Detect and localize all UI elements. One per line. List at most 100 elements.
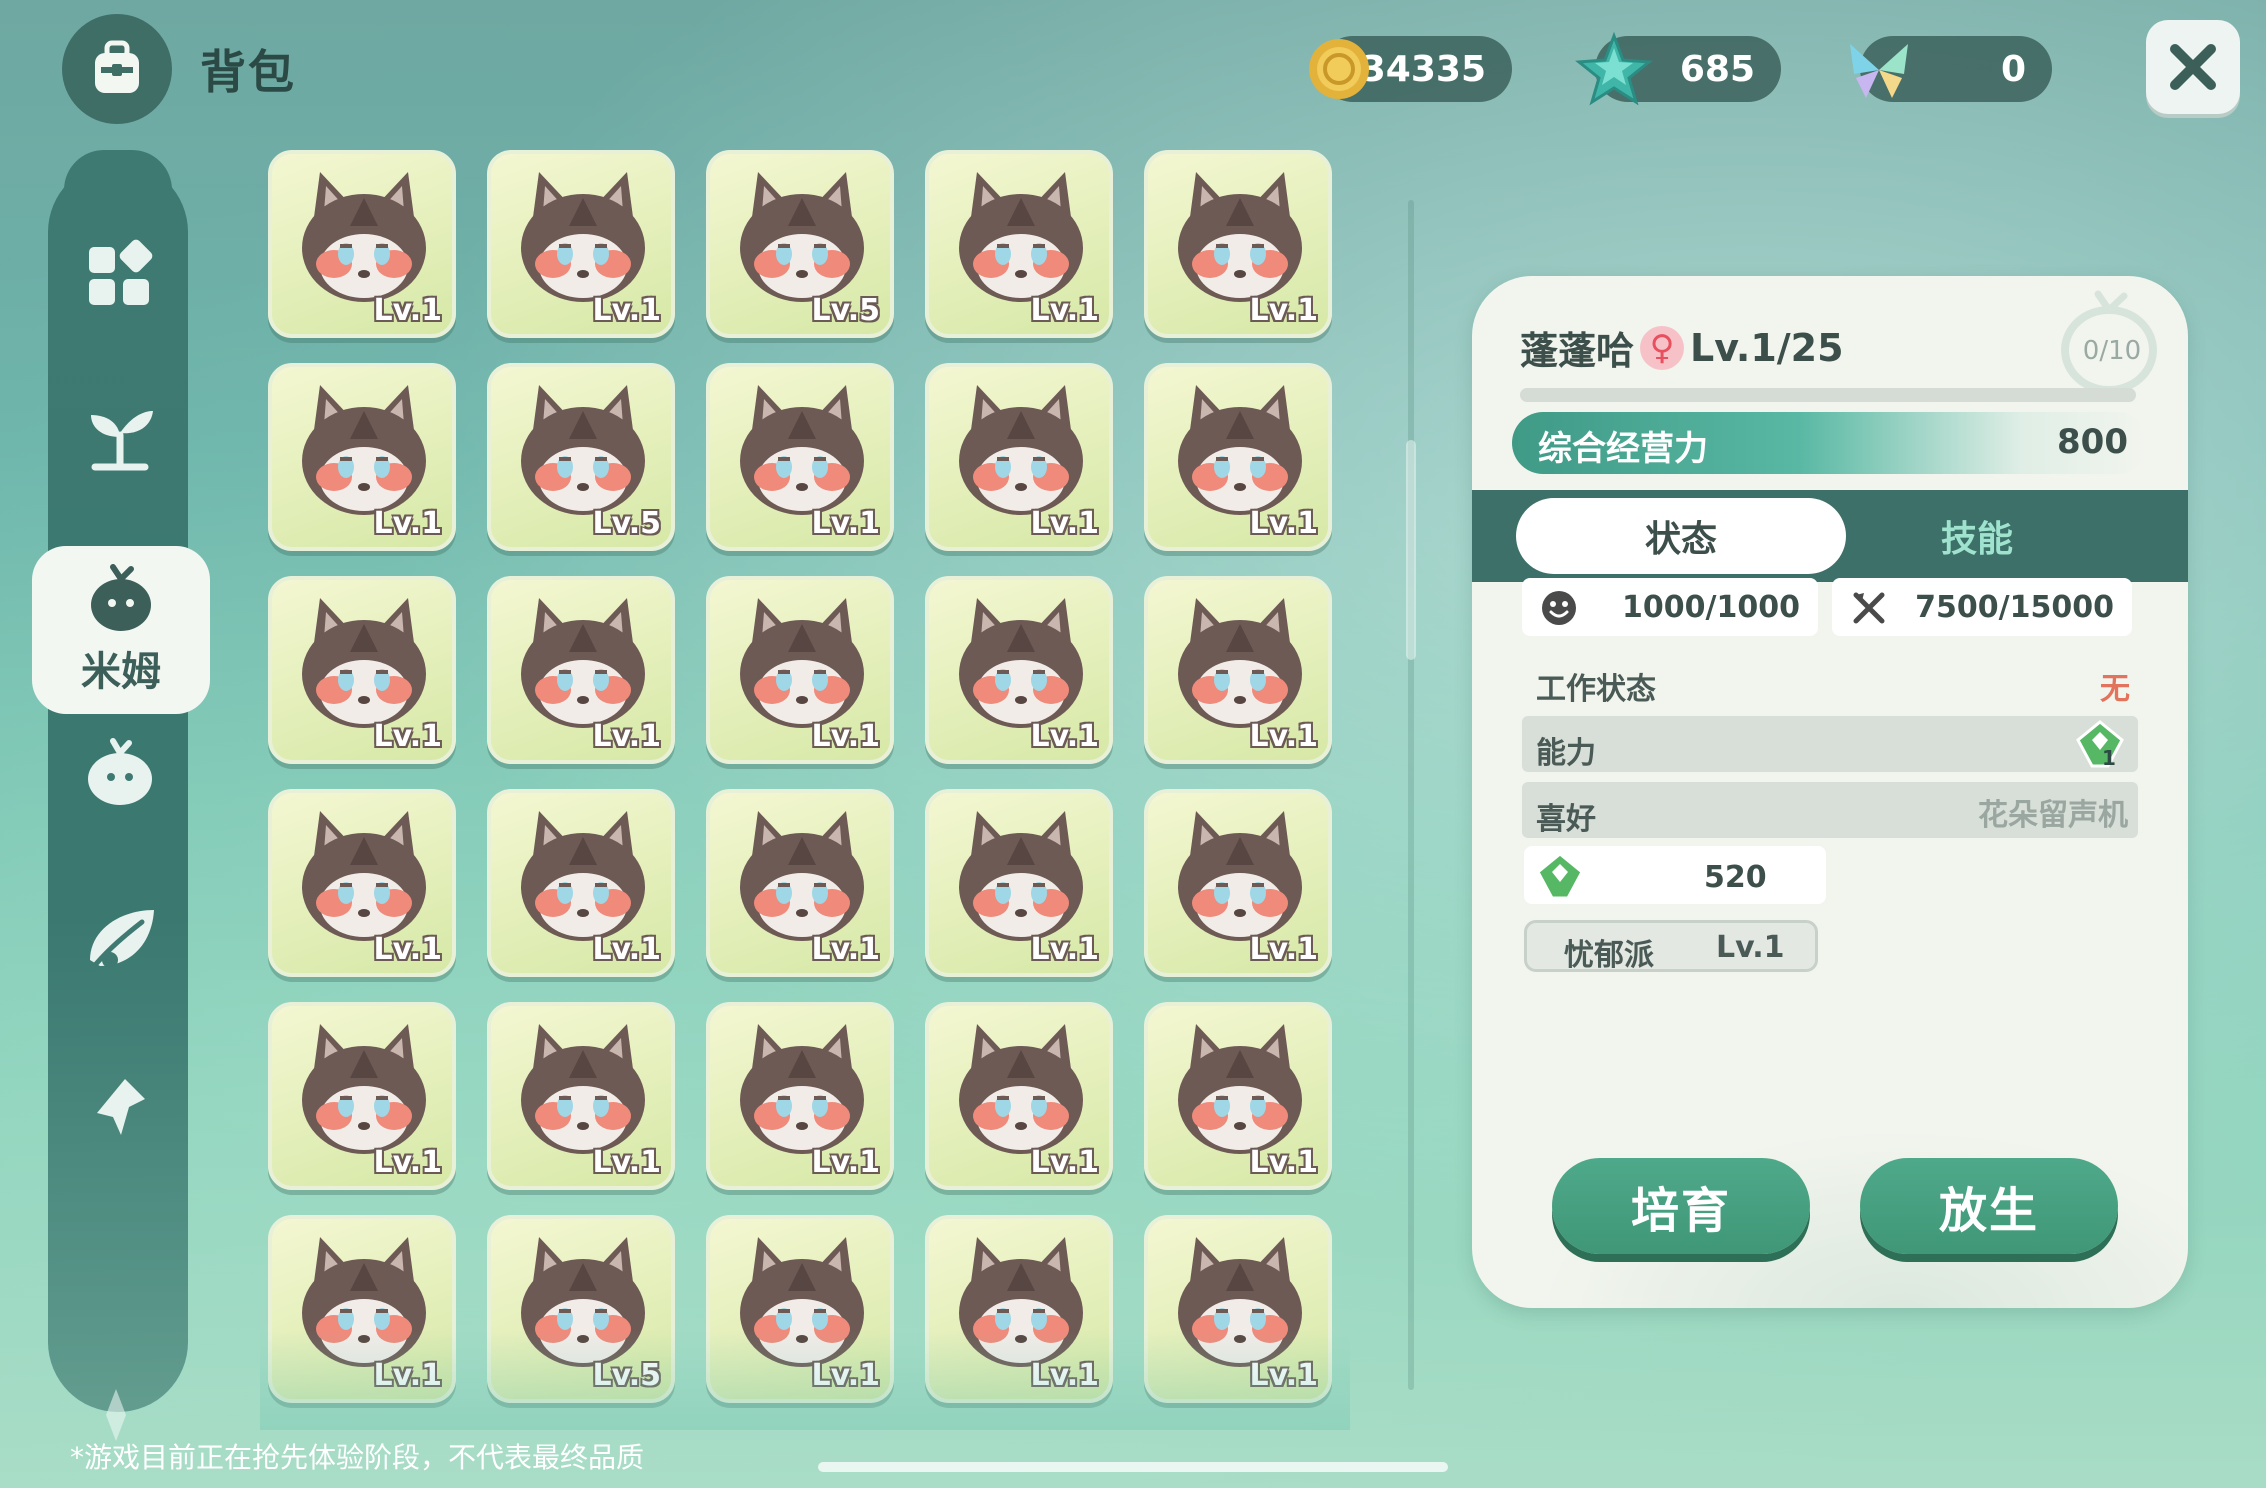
female-icon: ♀ <box>1640 325 1685 370</box>
creature-level: Lv.1 <box>592 932 662 967</box>
creature-level: Lv.1 <box>1249 719 1319 754</box>
creature-card[interactable]: Lv.1 <box>268 1002 456 1190</box>
creature-card[interactable]: Lv.1 <box>1144 789 1332 977</box>
creature-level: Lv.1 <box>1249 1145 1319 1180</box>
tab-skills[interactable]: 技能 <box>1812 498 2142 574</box>
gem-counter: 0 <box>1850 36 2052 102</box>
creature-card[interactable]: Lv.1 <box>268 1215 456 1403</box>
cat-creature-icon <box>521 172 645 302</box>
creature-card[interactable]: Lv.1 <box>487 1002 675 1190</box>
sidebar-item-creatures[interactable] <box>80 732 160 812</box>
creature-card[interactable]: Lv.1 <box>706 1215 894 1403</box>
trait-level: Lv.1 <box>1716 930 1785 965</box>
cat-creature-icon <box>959 172 1083 302</box>
gem-value: 0 <box>2000 48 2026 90</box>
creature-card[interactable]: Lv.1 <box>268 150 456 338</box>
cat-creature-icon <box>959 811 1083 941</box>
cat-creature-icon <box>959 598 1083 728</box>
clover-icon[interactable] <box>2072 718 2128 770</box>
ability-value: 520 <box>1704 860 1767 895</box>
sidebar-item-all[interactable] <box>80 234 160 314</box>
tab-status[interactable]: 状态 <box>1516 498 1846 574</box>
release-button[interactable]: 放生 <box>1860 1158 2118 1254</box>
cat-creature-icon <box>959 1024 1083 1154</box>
gem-butterfly-icon <box>1850 44 1908 98</box>
creature-level: Lv.1 <box>373 1145 443 1180</box>
power-label: 综合经营力 <box>1538 429 1708 469</box>
creature-card[interactable]: Lv.1 <box>706 789 894 977</box>
trait-name: 忧郁派 <box>1564 938 1654 973</box>
pet-level: Lv.1/25 <box>1690 325 1844 370</box>
creature-card[interactable]: Lv.1 <box>925 576 1113 764</box>
sidebar-item-materials[interactable] <box>80 900 160 980</box>
cat-creature-icon <box>740 385 864 515</box>
creature-level: Lv.1 <box>1249 506 1319 541</box>
creature-card[interactable]: Lv.1 <box>706 1002 894 1190</box>
ability-label: 能力 <box>1536 736 1596 771</box>
creature-card[interactable]: Lv.1 <box>268 363 456 551</box>
creature-card[interactable]: Lv.1 <box>487 576 675 764</box>
train-button[interactable]: 培育 <box>1552 1158 1810 1254</box>
creature-card[interactable]: Lv.1 <box>1144 363 1332 551</box>
creature-card[interactable]: Lv.1 <box>268 576 456 764</box>
creature-level: Lv.1 <box>373 719 443 754</box>
creature-level: Lv.1 <box>373 293 443 328</box>
creature-level: Lv.1 <box>1249 1358 1319 1393</box>
creature-card[interactable]: Lv.1 <box>1144 576 1332 764</box>
cat-creature-icon <box>521 385 645 515</box>
coin-icon <box>1309 39 1369 99</box>
creature-card[interactable]: Lv.1 <box>1144 1002 1332 1190</box>
creature-card[interactable]: Lv.5 <box>706 150 894 338</box>
creature-card[interactable]: Lv.1 <box>706 576 894 764</box>
creature-card[interactable]: Lv.1 <box>925 150 1113 338</box>
creature-card[interactable]: Lv.1 <box>268 789 456 977</box>
cat-creature-icon <box>740 598 864 728</box>
sidebar-item-mimu[interactable]: 米姆 <box>32 546 210 714</box>
cat-creature-icon <box>1178 1237 1302 1367</box>
mood-value: 1000/1000 <box>1622 589 1800 625</box>
creature-card[interactable]: Lv.1 <box>487 150 675 338</box>
creature-level: Lv.1 <box>1249 932 1319 967</box>
creature-level: Lv.5 <box>592 1358 662 1393</box>
creature-level: Lv.5 <box>811 293 881 328</box>
food-stat: 7500/15000 <box>1832 578 2132 636</box>
preference-label: 喜好 <box>1536 802 1596 837</box>
grid-scroll-thumb[interactable] <box>1406 440 1416 660</box>
cat-creature-icon <box>1178 385 1302 515</box>
pet-title: 蓬蓬哈 ♀ Lv.1/25 <box>1520 320 1844 375</box>
sidebar-item-label: 米姆 <box>81 649 161 695</box>
creature-card[interactable]: Lv.1 <box>925 1215 1113 1403</box>
cat-creature-icon <box>959 385 1083 515</box>
creature-level: Lv.1 <box>373 932 443 967</box>
creature-card[interactable]: Lv.1 <box>706 363 894 551</box>
grid-icon <box>89 239 153 305</box>
detail-panel: 蓬蓬哈 ♀ Lv.1/25 0/10 综合经营力 800 状态 技能 1000/… <box>1472 276 2188 1308</box>
creature-card[interactable]: Lv.5 <box>487 363 675 551</box>
sidebar-item-plants[interactable] <box>80 396 160 476</box>
creature-card[interactable]: Lv.1 <box>487 789 675 977</box>
mood-face-icon <box>1542 591 1576 625</box>
close-button[interactable] <box>2146 20 2240 114</box>
mood-stat: 1000/1000 <box>1522 578 1818 636</box>
sprout-icon <box>91 411 153 471</box>
creature-level: Lv.1 <box>1030 719 1100 754</box>
grid-scrollbar[interactable] <box>1408 200 1414 1390</box>
creature-card[interactable]: Lv.1 <box>1144 150 1332 338</box>
creature-card[interactable]: Lv.1 <box>925 1002 1113 1190</box>
creature-card[interactable]: Lv.1 <box>925 363 1113 551</box>
star-value: 685 <box>1679 48 1755 90</box>
home-indicator[interactable] <box>818 1462 1448 1472</box>
sidebar-item-tasks[interactable] <box>80 1068 160 1148</box>
cat-creature-icon <box>1178 598 1302 728</box>
tab-bar: 状态 技能 <box>1472 490 2188 582</box>
cat-creature-icon <box>521 1024 645 1154</box>
ability-row <box>1522 716 2138 772</box>
creature-level: Lv.1 <box>373 1358 443 1393</box>
fork-knife-icon <box>1853 592 1885 624</box>
creature-card[interactable]: Lv.1 <box>1144 1215 1332 1403</box>
preference-value: 花朵留声机 <box>1978 798 2128 833</box>
creature-card[interactable]: Lv.5 <box>487 1215 675 1403</box>
creature-level: Lv.1 <box>811 1358 881 1393</box>
creature-level: Lv.5 <box>592 506 662 541</box>
creature-card[interactable]: Lv.1 <box>925 789 1113 977</box>
